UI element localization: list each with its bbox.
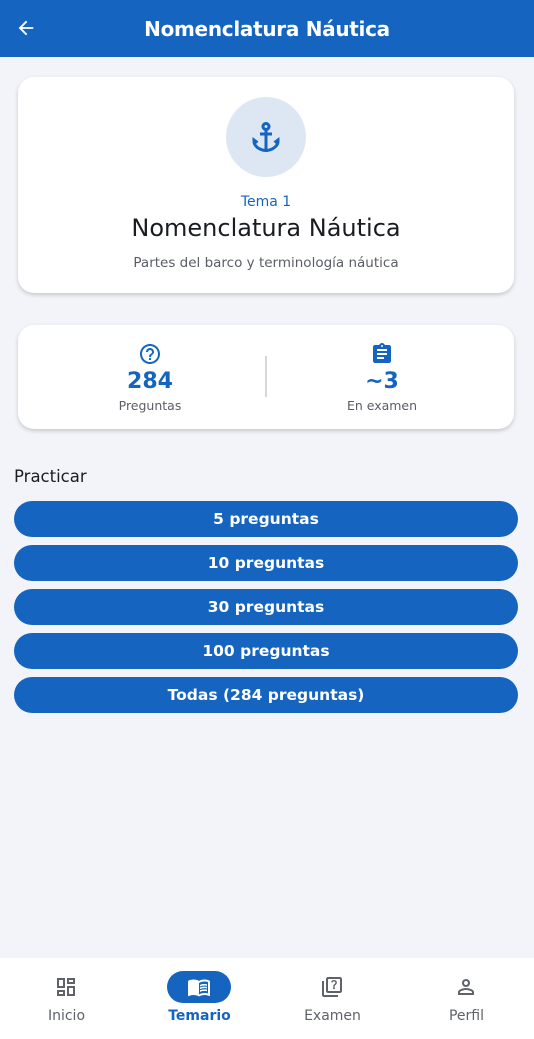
practice-5-button[interactable]: 5 preguntas: [14, 501, 518, 537]
bottom-nav: Inicio Temario Examen Perfil: [0, 958, 534, 1039]
dashboard-icon: [57, 978, 75, 996]
app-bar: Nomenclatura Náutica: [0, 0, 534, 57]
page-title: Nomenclatura Náutica: [144, 16, 390, 41]
nav-item-inicio[interactable]: Inicio: [0, 958, 133, 1039]
stat-exam-value: ~3: [365, 369, 399, 394]
nav-item-perfil[interactable]: Perfil: [400, 958, 533, 1039]
book-icon: [188, 979, 210, 997]
practice-100-button[interactable]: 100 preguntas: [14, 633, 518, 669]
practice-all-button[interactable]: Todas (284 preguntas): [14, 677, 518, 713]
help-circle-icon: [140, 344, 160, 364]
stat-questions-value: 284: [127, 369, 173, 394]
practice-section-title: Practicar: [14, 467, 87, 486]
nav-label-temario: Temario: [168, 1008, 231, 1024]
practice-30-button[interactable]: 30 preguntas: [14, 589, 518, 625]
nav-label-examen: Examen: [304, 1008, 361, 1024]
person-icon: [458, 979, 474, 995]
nav-item-examen[interactable]: Examen: [266, 958, 399, 1039]
back-button[interactable]: [10, 12, 42, 44]
stat-exam-label: En examen: [346, 398, 418, 413]
topic-subtitle: Partes del barco y terminología náutica: [133, 255, 399, 271]
arrow-left-icon: [18, 20, 34, 36]
anchor-icon: [252, 122, 280, 152]
nav-label-perfil: Perfil: [448, 1008, 485, 1024]
topic-icon-circle: [226, 97, 306, 177]
stats-card: 284 Preguntas ~3 En examen: [18, 325, 514, 429]
stat-questions-label: Preguntas: [118, 398, 182, 413]
stat-exam: ~3 En examen: [266, 325, 498, 429]
nav-item-temario[interactable]: Temario: [133, 958, 266, 1039]
nav-label-inicio: Inicio: [47, 1008, 86, 1024]
topic-title: Nomenclatura Náutica: [131, 214, 401, 242]
stat-questions: 284 Preguntas: [18, 325, 282, 429]
topic-card: Tema 1 Nomenclatura Náutica Partes del b…: [18, 77, 514, 293]
topic-number: Tema 1: [240, 194, 292, 210]
quiz-icon: [322, 977, 342, 997]
clipboard-icon: [373, 343, 391, 363]
practice-10-button[interactable]: 10 preguntas: [14, 545, 518, 581]
